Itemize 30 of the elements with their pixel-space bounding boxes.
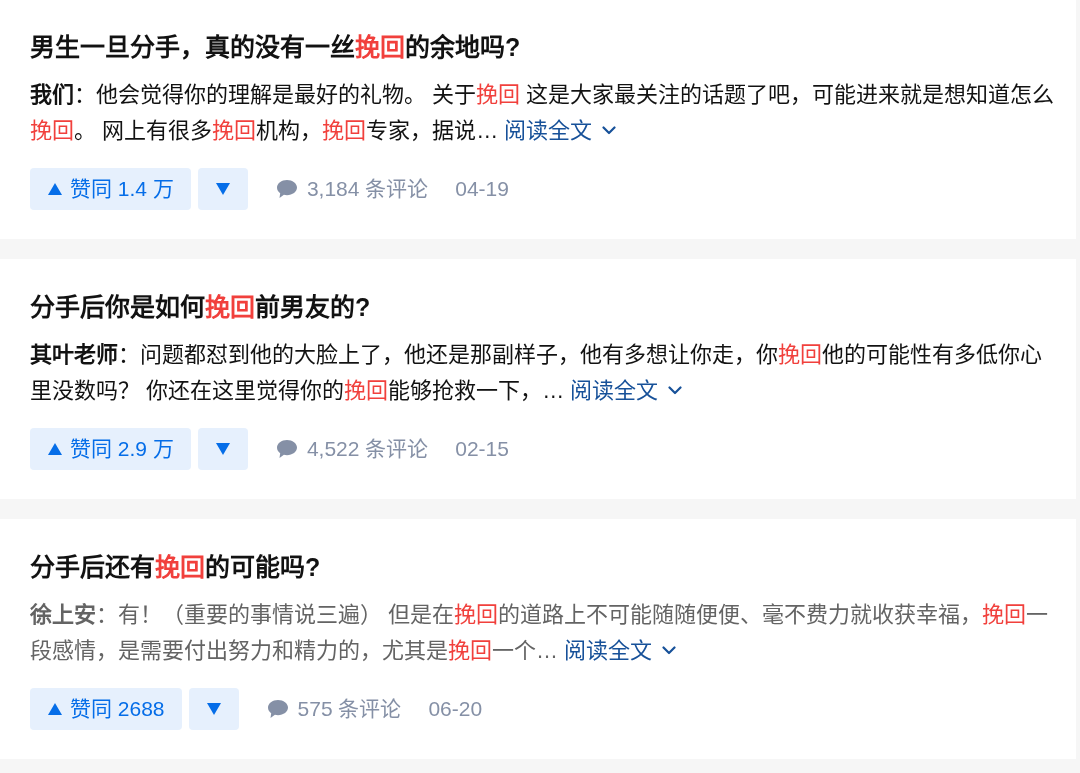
triangle-up-icon [48,183,62,195]
triangle-up-icon [48,703,62,715]
speech-bubble-icon [276,440,297,458]
upvote-button[interactable]: 赞同 2.9 万 [30,428,191,470]
triangle-down-icon [206,703,221,715]
downvote-button[interactable] [188,688,239,730]
read-more-link[interactable]: 阅读全文 [570,378,683,403]
speech-bubble-icon [267,700,288,718]
downvote-button[interactable] [197,168,248,210]
answer-date: 02-15 [455,436,509,463]
chevron-down-icon [602,125,617,135]
answer-title[interactable]: 分手后你是如何挽回前男友的? [30,290,1059,324]
triangle-down-icon [215,183,230,195]
triangle-down-icon [215,443,230,455]
triangle-up-icon [48,443,62,455]
chevron-down-icon [662,645,676,655]
upvote-button[interactable]: 赞同 1.4 万 [30,168,191,210]
answer-excerpt: 徐上安：有！（重要的事情说三遍） 但是在挽回的道路上不可能随随便便、毫不费力就收获幸福，挽回一段感情，是需要付出努力和精力的，尤其是挽回一个… 阅读全文 [30,601,1050,665]
downvote-button[interactable] [197,428,248,470]
answer-excerpt: 其叶老师：问题都怼到他的大脸上了，他还是那副样子，他有多想让你走，你挽回他的可能性有多低你心里没数吗？ 你还在这里觉得你的挽回能够抢救一下，… 阅读全文 [30,341,1043,405]
answer-date: 04-19 [455,176,509,203]
answer-date: 06-20 [428,696,483,723]
answer-title[interactable]: 分手后还有挽回的可能吗? [30,550,1059,584]
read-more-link[interactable]: 阅读全文 [504,118,617,143]
answer-title[interactable]: 男生一旦分手，真的没有一丝挽回的余地吗? [30,30,1059,64]
upvote-button[interactable]: 赞同 2688 [30,688,182,730]
read-more-link[interactable]: 阅读全文 [564,638,676,663]
answer-excerpt: 我们：他会觉得你的理解是最好的礼物。 关于挽回 这是大家最关注的话题了吧，可能进来就是想知道怎么 挽回。 网上有很多挽回机构，挽回专家，据说… 阅读全文 [30,81,1056,145]
chevron-down-icon [668,385,683,395]
speech-bubble-icon [276,180,297,198]
